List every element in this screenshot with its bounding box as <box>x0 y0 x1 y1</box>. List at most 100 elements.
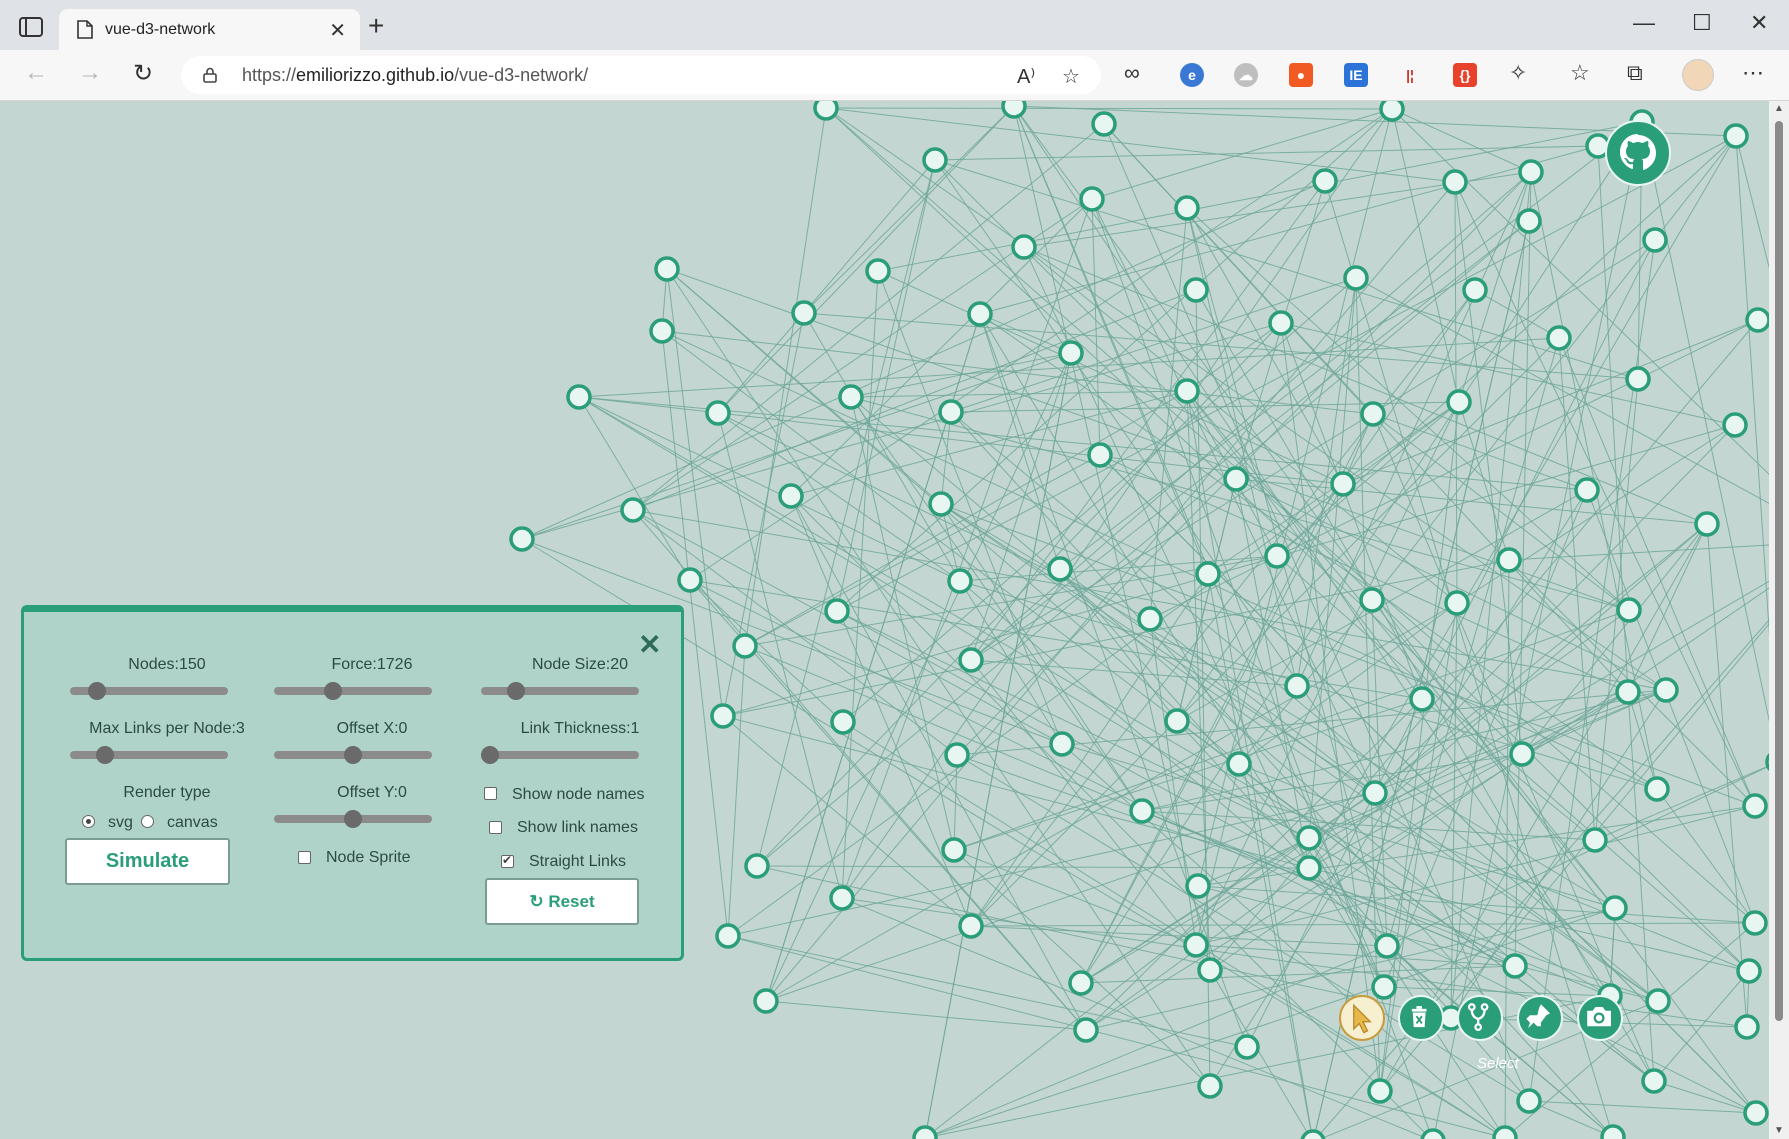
cloud-extension-icon[interactable]: ☁ <box>1234 63 1258 87</box>
network-node[interactable] <box>1183 277 1209 303</box>
window-close-icon[interactable]: ✕ <box>1750 10 1768 36</box>
network-node[interactable] <box>1516 1088 1542 1114</box>
network-node[interactable] <box>1642 227 1668 253</box>
minimize-icon[interactable]: — <box>1633 10 1655 36</box>
network-node[interactable] <box>1185 873 1211 899</box>
network-node[interactable] <box>1047 556 1073 582</box>
network-node[interactable] <box>1087 442 1113 468</box>
profile-avatar[interactable] <box>1682 59 1714 91</box>
reset-button[interactable]: ↻ Reset <box>485 878 639 925</box>
network-node[interactable] <box>744 853 770 879</box>
network-node[interactable] <box>566 384 592 410</box>
show-node-names-checkbox[interactable] <box>484 787 497 800</box>
network-node[interactable] <box>1496 547 1522 573</box>
network-node[interactable] <box>620 497 646 523</box>
network-node[interactable] <box>654 256 680 282</box>
network-node[interactable] <box>1736 958 1762 984</box>
network-node[interactable] <box>824 598 850 624</box>
network-node[interactable] <box>1582 827 1608 853</box>
network-node[interactable] <box>1284 673 1310 699</box>
network-node[interactable] <box>705 400 731 426</box>
network-node[interactable] <box>1174 195 1200 221</box>
force-slider[interactable] <box>274 682 432 700</box>
offset-y-slider-thumb[interactable] <box>344 810 362 828</box>
network-node[interactable] <box>1264 543 1290 569</box>
network-node[interactable] <box>1300 1129 1326 1139</box>
show-link-names-checkbox[interactable] <box>489 821 502 834</box>
orange-extension-icon[interactable]: ● <box>1289 63 1313 87</box>
node-size-slider[interactable] <box>481 682 639 700</box>
screenshot-tool-button[interactable] <box>1577 995 1623 1041</box>
network-node[interactable] <box>967 301 993 327</box>
network-node[interactable] <box>778 483 804 509</box>
link-thickness-slider-thumb[interactable] <box>481 746 499 764</box>
network-node[interactable] <box>1183 932 1209 958</box>
network-node[interactable] <box>1079 186 1105 212</box>
network-node[interactable] <box>1137 606 1163 632</box>
network-node[interactable] <box>1362 780 1388 806</box>
network-node[interactable] <box>677 567 703 593</box>
network-node[interactable] <box>928 491 954 517</box>
network-node[interactable] <box>1164 708 1190 734</box>
scroll-down-icon[interactable]: ▼ <box>1774 1125 1784 1136</box>
network-node[interactable] <box>1644 776 1670 802</box>
network-node[interactable] <box>1645 988 1671 1014</box>
network-node[interactable] <box>912 1125 938 1139</box>
url-text[interactable]: https://emiliorizzo.github.io/vue-d3-net… <box>242 65 588 86</box>
network-node[interactable] <box>830 709 856 735</box>
network-node[interactable] <box>1379 101 1405 122</box>
network-node[interactable] <box>1518 159 1544 185</box>
network-node[interactable] <box>1616 597 1642 623</box>
network-node[interactable] <box>1359 587 1385 613</box>
add-favorite-icon[interactable]: ☆ <box>1062 64 1080 89</box>
render-canvas-radio[interactable] <box>141 815 154 828</box>
forward-icon[interactable]: → <box>78 59 102 87</box>
network-node[interactable] <box>1367 1078 1393 1104</box>
extensions-icon[interactable]: ✧ <box>1509 60 1527 86</box>
scroll-up-icon[interactable]: ▲ <box>1774 103 1784 114</box>
network-node[interactable] <box>1195 561 1221 587</box>
network-node[interactable] <box>1197 1073 1223 1099</box>
browser-tab[interactable]: vue-d3-network ✕ <box>59 9 360 50</box>
network-node[interactable] <box>1374 933 1400 959</box>
address-bar[interactable]: https://emiliorizzo.github.io/vue-d3-net… <box>181 56 1101 94</box>
network-node[interactable] <box>1444 590 1470 616</box>
network-node[interactable] <box>1574 477 1600 503</box>
edge-extension-icon[interactable]: e <box>1180 63 1204 87</box>
network-node[interactable] <box>1268 310 1294 336</box>
network-node[interactable] <box>1743 1100 1769 1126</box>
network-node[interactable] <box>1312 168 1338 194</box>
network-node[interactable] <box>1742 793 1768 819</box>
infinity-extension-icon[interactable]: ∞ <box>1124 60 1140 86</box>
github-icon[interactable] <box>1605 120 1671 186</box>
network-node[interactable] <box>732 633 758 659</box>
new-tab-button[interactable]: + <box>368 12 384 40</box>
network-node[interactable] <box>710 703 736 729</box>
network-node[interactable] <box>1615 679 1641 705</box>
network-node[interactable] <box>1734 1014 1760 1040</box>
network-node[interactable] <box>1546 325 1572 351</box>
simulate-button[interactable]: Simulate <box>65 838 230 885</box>
json-extension-icon[interactable]: {} <box>1453 63 1477 87</box>
network-node[interactable] <box>1745 307 1769 333</box>
close-icon[interactable]: ✕ <box>329 18 346 43</box>
refresh-icon[interactable]: ↻ <box>133 59 153 88</box>
favorites-icon[interactable]: ☆ <box>1570 60 1590 86</box>
max-links-slider[interactable] <box>70 746 228 764</box>
network-node[interactable] <box>1073 1017 1099 1043</box>
network-node[interactable] <box>938 399 964 425</box>
network-node[interactable] <box>1223 466 1249 492</box>
network-node[interactable] <box>753 988 779 1014</box>
network-node[interactable] <box>649 318 675 344</box>
network-node[interactable] <box>947 568 973 594</box>
max-links-slider-thumb[interactable] <box>96 746 114 764</box>
network-node[interactable] <box>944 742 970 768</box>
network-node[interactable] <box>1011 234 1037 260</box>
read-aloud-icon[interactable]: A⁾ <box>1017 64 1035 89</box>
network-node[interactable] <box>715 923 741 949</box>
network-node[interactable] <box>1001 101 1027 119</box>
network-node[interactable] <box>1226 751 1252 777</box>
network-node[interactable] <box>1492 1125 1518 1139</box>
network-node[interactable] <box>1742 910 1768 936</box>
network-node[interactable] <box>941 837 967 863</box>
